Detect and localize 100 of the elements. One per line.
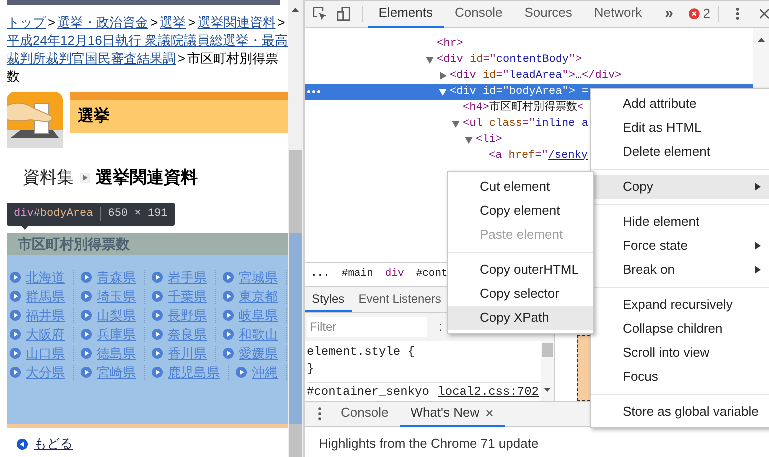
dom-breadcrumb[interactable]: div bbox=[385, 266, 404, 282]
menu-item[interactable]: Store as global variable bbox=[591, 400, 769, 424]
devtools-tab[interactable]: Network bbox=[583, 0, 654, 28]
ballot-icon bbox=[7, 92, 63, 148]
play-circle-icon bbox=[223, 272, 234, 283]
styles-scrollbar[interactable] bbox=[541, 341, 554, 401]
section-parent: 資料集 bbox=[23, 167, 74, 190]
collapse-arrow-icon[interactable] bbox=[426, 57, 434, 64]
menu-item[interactable]: Scroll into view bbox=[591, 341, 769, 365]
scrollbar-thumb[interactable] bbox=[289, 150, 302, 457]
play-circle-icon bbox=[152, 367, 163, 378]
drawer-text: Highlights from the Chrome 71 update bbox=[319, 434, 539, 453]
kebab-menu-icon[interactable] bbox=[736, 7, 740, 21]
collapse-arrow-icon[interactable] bbox=[465, 137, 473, 144]
banner-title: 選挙 bbox=[78, 106, 110, 126]
play-circle-icon bbox=[81, 329, 92, 340]
css-source-link[interactable]: local2.css:702 bbox=[438, 383, 539, 401]
dom-node[interactable]: <div id="leadArea">…</div> bbox=[305, 68, 753, 84]
menu-item[interactable]: Copy outerHTML bbox=[448, 258, 593, 282]
menu-item[interactable]: Cut element bbox=[448, 175, 593, 199]
play-circle-icon bbox=[81, 291, 92, 302]
error-icon bbox=[689, 8, 700, 20]
devtools-tab[interactable]: Sources bbox=[514, 0, 584, 28]
play-circle-icon bbox=[81, 272, 92, 283]
menu-item[interactable]: Copy selector bbox=[448, 282, 593, 306]
dom-node-text: <div id="leadArea">…</div> bbox=[450, 68, 622, 84]
scroll-up-icon[interactable] bbox=[292, 8, 299, 12]
scroll-down-icon[interactable] bbox=[544, 388, 551, 392]
dom-node-text: <div id="bodyArea"> = bbox=[450, 84, 589, 100]
menu-item[interactable]: Collapse children bbox=[591, 317, 769, 341]
back-link[interactable]: もどる bbox=[34, 434, 73, 454]
filter-field[interactable]: Filter bbox=[307, 317, 427, 337]
play-circle-icon bbox=[10, 272, 21, 283]
more-icon[interactable] bbox=[307, 90, 321, 94]
play-circle-icon bbox=[236, 367, 247, 378]
tooltip-id: #bodyArea bbox=[34, 207, 94, 222]
play-circle-icon bbox=[10, 310, 21, 321]
section-current: 選挙関連資料 bbox=[96, 167, 198, 190]
collapse-arrow-icon[interactable] bbox=[452, 121, 460, 128]
play-circle-icon bbox=[152, 348, 163, 359]
play-circle-icon bbox=[10, 291, 21, 302]
play-circle-icon bbox=[223, 291, 234, 302]
play-circle-icon bbox=[152, 291, 163, 302]
css-line: element.style { bbox=[307, 344, 416, 360]
menu-item[interactable]: Focus bbox=[591, 365, 769, 389]
dom-breadcrumb[interactable]: ... bbox=[311, 266, 330, 282]
scrollbar-thumb[interactable] bbox=[542, 343, 553, 357]
device-icon[interactable] bbox=[337, 6, 352, 22]
play-circle-icon bbox=[10, 367, 21, 378]
menu-item[interactable]: Copy element bbox=[448, 199, 593, 223]
devtools-tab[interactable]: Console bbox=[444, 0, 514, 28]
drawer-tab[interactable]: What's New × bbox=[400, 402, 505, 426]
close-icon[interactable] bbox=[760, 9, 769, 19]
css-line: } bbox=[307, 360, 316, 377]
play-circle-icon bbox=[152, 272, 163, 283]
dom-node-text: <div id="contentBody"> bbox=[437, 52, 582, 68]
menu-item[interactable]: Edit as HTML bbox=[591, 116, 769, 140]
tab-close-button[interactable]: × bbox=[486, 402, 494, 424]
hover-toggle[interactable]: : bbox=[439, 317, 443, 337]
play-circle-icon bbox=[10, 348, 21, 359]
breadcrumb-trail[interactable]: トップ>選挙・政治資金>選挙>選挙関連資料> 平成24年12月16日執行 衆議院議員総選挙・最高裁判所裁判官国民審査結果調>市区町村別得票数 bbox=[7, 14, 288, 86]
play-circle-icon bbox=[81, 310, 92, 321]
error-count[interactable]: 2 bbox=[703, 4, 710, 24]
styles-tab[interactable]: Event Listeners bbox=[352, 287, 448, 312]
scroll-up-icon[interactable] bbox=[758, 38, 764, 42]
collapse-arrow-icon[interactable] bbox=[439, 89, 447, 96]
menu-item[interactable]: Copy bbox=[591, 175, 769, 199]
inspect-icon[interactable] bbox=[313, 6, 328, 22]
expand-arrow-icon[interactable] bbox=[440, 72, 447, 80]
play-circle-icon bbox=[152, 329, 163, 340]
more-tabs-button[interactable]: » bbox=[665, 2, 674, 26]
dom-breadcrumb[interactable]: #main bbox=[342, 266, 374, 282]
play-circle-icon bbox=[81, 367, 92, 378]
dom-breadcrumb[interactable]: #cont bbox=[416, 266, 448, 282]
kebab-menu-icon[interactable] bbox=[318, 407, 322, 421]
back-circle-icon bbox=[17, 438, 28, 450]
menu-item[interactable]: Force state bbox=[591, 234, 769, 258]
dom-node-text: <li> bbox=[476, 132, 502, 148]
play-circle-icon bbox=[223, 348, 234, 359]
play-circle-icon bbox=[223, 310, 234, 321]
menu-item[interactable]: Delete element bbox=[591, 140, 769, 164]
menu-item[interactable]: Copy XPath bbox=[448, 306, 593, 330]
play-circle-icon bbox=[81, 348, 92, 359]
play-circle-icon bbox=[10, 329, 21, 340]
css-selector: #container_senkyo bbox=[307, 384, 430, 401]
dom-node[interactable]: <hr> bbox=[305, 36, 753, 52]
page-scrollbar[interactable] bbox=[288, 0, 303, 457]
devtools-tab[interactable]: Elements bbox=[368, 0, 444, 28]
dom-node-text: <hr> bbox=[437, 36, 464, 52]
play-circle-icon bbox=[152, 310, 163, 321]
dom-node[interactable]: <div id="contentBody"> bbox=[305, 52, 753, 68]
menu-item[interactable]: Expand recursively bbox=[591, 293, 769, 317]
tooltip-size: 650 × 191 bbox=[108, 207, 168, 222]
tooltip-tag: div bbox=[14, 206, 34, 222]
section-heading: 市区町村別得票数 bbox=[18, 234, 130, 254]
drawer-tab[interactable]: Console bbox=[330, 402, 400, 426]
dom-node-text: <ul class="inline a bbox=[463, 116, 588, 132]
menu-item[interactable]: Break on bbox=[591, 258, 769, 282]
triangle-icon bbox=[80, 173, 90, 183]
menu-item[interactable]: Hide element bbox=[591, 210, 769, 234]
